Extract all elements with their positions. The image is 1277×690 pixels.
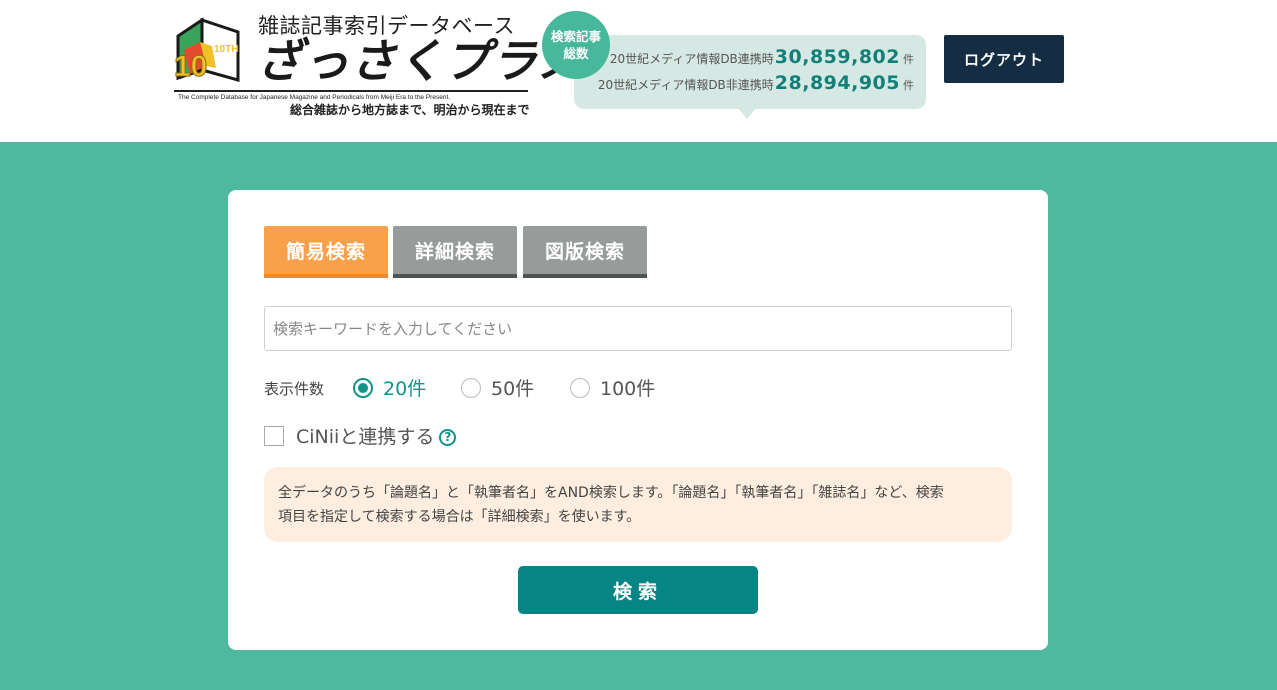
site-logo[interactable]: 10 10TH 雑誌記事索引データベース ざっさくプラス The Complet… — [172, 10, 584, 120]
logo-english-tagline: The Complete Database for Japanese Magaz… — [178, 94, 451, 101]
svg-text:10: 10 — [174, 50, 207, 83]
result-count-label: 表示件数 — [264, 380, 325, 398]
site-header: 10 10TH 雑誌記事索引データベース ざっさくプラス The Complet… — [0, 0, 1277, 142]
logo-tagline: 総合雑誌から地方誌まで、明治から現在まで — [290, 103, 530, 117]
stat-unit: 件 — [903, 79, 914, 92]
search-notice: 全データのうち「論題名」と「執筆者名」をAND検索します。「論題名」「執筆者名」… — [264, 467, 1012, 542]
stat-value: 30,859,802 — [774, 46, 900, 68]
stat-row-unlinked: 20世紀メディア情報DB非連携時 28,894,905 件 — [598, 72, 914, 94]
search-input[interactable] — [264, 306, 1012, 351]
stat-value: 28,894,905 — [774, 72, 900, 94]
search-panel: 簡易検索 詳細検索 図版検索 表示件数 20件 50件 100件 CiNiiと連… — [228, 190, 1048, 650]
count-option-20[interactable]: 20件 — [353, 374, 426, 401]
stat-row-linked: 20世紀メディア情報DB連携時 30,859,802 件 — [610, 46, 914, 68]
tab-figure-search[interactable]: 図版検索 — [523, 226, 647, 278]
stat-label: 20世紀メディア情報DB非連携時 — [597, 78, 774, 92]
stats-circle-badge: 検索記事 総数 — [542, 11, 610, 79]
book-logo-icon: 10 10TH — [174, 17, 240, 84]
radio-circle[interactable] — [570, 377, 590, 398]
cinii-label: CiNiiと連携する — [296, 426, 435, 448]
stats-circle-line1: 検索記事 — [550, 29, 601, 44]
count-option-50[interactable]: 50件 — [461, 374, 534, 401]
radio-circle[interactable] — [461, 377, 481, 398]
search-submit-button[interactable]: 検索 — [518, 566, 758, 614]
radio-circle[interactable] — [353, 377, 373, 398]
help-icon[interactable]: ? — [439, 428, 457, 446]
logo-title: ざっさくプラス — [256, 34, 585, 88]
stats-bubble: 20世紀メディア情報DB連携時 30,859,802 件 20世紀メディア情報D… — [574, 35, 926, 119]
count-option-label: 20件 — [383, 378, 427, 400]
count-option-label: 50件 — [491, 378, 535, 400]
cinii-option[interactable]: CiNiiと連携する ? — [264, 422, 457, 449]
stat-label: 20世紀メディア情報DB連携時 — [609, 52, 774, 66]
stats-circle-line2: 総数 — [563, 46, 589, 61]
notice-line: 全データのうち「論題名」と「執筆者名」をAND検索します。「論題名」「執筆者名」… — [278, 485, 944, 501]
bubble-tail — [738, 108, 756, 119]
stat-unit: 件 — [903, 53, 914, 66]
count-option-label: 100件 — [600, 378, 656, 400]
notice-line: 項目を指定して検索する場合は「詳細検索」を使います。 — [278, 509, 641, 525]
count-option-100[interactable]: 100件 — [570, 374, 655, 401]
tab-simple-search[interactable]: 簡易検索 — [264, 226, 388, 278]
svg-text:10TH: 10TH — [214, 44, 238, 55]
cinii-checkbox[interactable] — [264, 425, 284, 446]
tab-advanced-search[interactable]: 詳細検索 — [393, 226, 517, 278]
logout-button[interactable]: ログアウト — [944, 35, 1064, 83]
logo-divider — [174, 90, 528, 92]
